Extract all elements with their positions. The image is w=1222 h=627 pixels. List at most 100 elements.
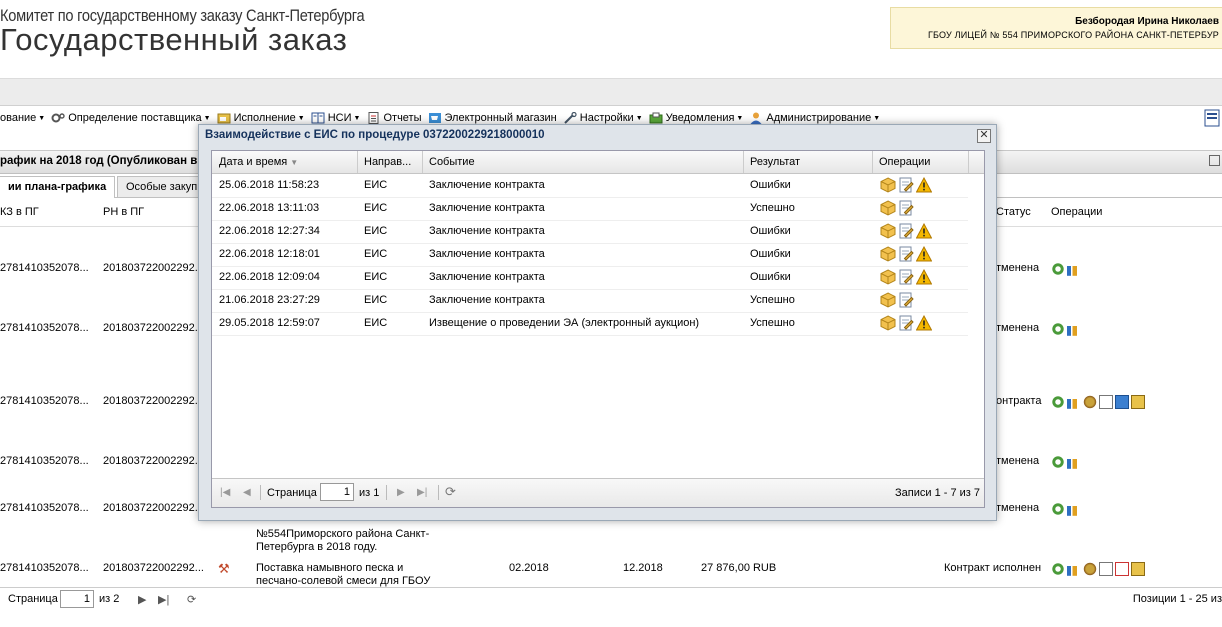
row-operations [880,292,914,308]
row-rn: 201803722002292... [103,322,204,334]
menu-item-supplier[interactable]: Определение поставщика ▼ [51,112,211,124]
package-icon[interactable] [880,292,896,308]
chart-icon[interactable] [1067,502,1081,516]
edit-document-icon[interactable] [898,315,914,331]
column-header-result[interactable]: Результат [750,156,800,168]
tab-special-purchases[interactable]: Особые закуп [117,176,207,197]
menu-item-notifications[interactable]: Уведомления ▼ [649,112,743,124]
description-line: №554Приморского района Санкт- [256,528,430,540]
pager-page-input[interactable] [320,483,354,501]
blue-document-icon[interactable] [1115,395,1129,409]
warning-icon[interactable] [916,246,932,262]
column-header-status[interactable]: Статус [996,206,1031,218]
cell-event: Заключение контракта [429,294,545,306]
table-row[interactable]: 22.06.2018 12:27:34 ЕИС Заключение контрак… [212,220,968,244]
edit-document-icon[interactable] [898,269,914,285]
scroll-icon[interactable] [1131,562,1145,576]
panel-collapse-icon[interactable] [1209,155,1220,166]
row-rn: 201803722002292... [103,262,204,274]
tab-plan-items[interactable]: ии плана-графика [0,176,116,198]
user-info-box[interactable]: Безбородая Ирина Николаев ГБОУ ЛИЦЕЙ № 5… [890,7,1222,49]
package-icon[interactable] [880,223,896,239]
gear-green-icon[interactable] [1051,322,1065,336]
gear-green-icon[interactable] [1051,395,1065,409]
edit-document-icon[interactable] [898,177,914,193]
cell-datetime: 25.06.2018 11:58:23 [219,179,320,191]
menu-item-nsi[interactable]: НСИ ▼ [311,112,360,124]
menu-item-admin[interactable]: Администрирование ▼ [749,112,880,124]
first-page-icon[interactable]: |◀ [220,487,230,498]
menu-item-label: НСИ [327,112,352,124]
warning-icon[interactable] [916,315,932,331]
table-row[interactable]: 22.06.2018 12:18:01 ЕИС Заключение контрак… [212,243,968,267]
row-kz: 2781410352078... [0,262,89,274]
document-icon[interactable] [1099,562,1113,576]
prev-page-icon[interactable]: ◀ [243,487,251,498]
column-header-operations[interactable]: Операции [879,156,930,168]
row-amount: 27 876,00 RUB [701,562,777,574]
wrench-icon [564,112,577,124]
row-date-start: 02.2018 [509,562,549,574]
export-icon[interactable] [1204,109,1220,127]
column-header-direction[interactable]: Направ... [364,156,411,168]
menu-item-reports[interactable]: Отчеты [366,112,422,124]
package-icon[interactable] [880,200,896,216]
chart-icon[interactable] [1067,455,1081,469]
table-row[interactable]: 29.05.2018 12:59:07 ЕИС Извещение о провед… [212,312,968,336]
close-icon[interactable]: ✕ [977,129,991,143]
cell-direction: ЕИС [364,179,388,191]
table-row[interactable]: 22.06.2018 12:09:04 ЕИС Заключение контрак… [212,266,968,290]
package-icon[interactable] [880,269,896,285]
refresh-icon[interactable]: ⟳ [187,593,196,606]
pager-page-input[interactable] [60,590,94,608]
edit-document-icon[interactable] [898,200,914,216]
edit-document-icon[interactable] [898,223,914,239]
package-icon[interactable] [880,177,896,193]
pager-of: из 1 [359,487,380,499]
chart-icon[interactable] [1067,395,1081,409]
warning-icon[interactable] [916,269,932,285]
menu-item-planning[interactable]: ование ▼ [0,112,45,124]
warning-icon[interactable] [916,223,932,239]
cell-event: Заключение контракта [429,202,545,214]
warning-icon[interactable] [916,177,932,193]
red-document-icon[interactable] [1115,562,1129,576]
column-header-operations[interactable]: Операции [1051,206,1102,218]
row-description: песчано-солевой смеси для ГБОУ [256,575,431,587]
refresh-icon[interactable]: ⟳ [445,484,456,500]
gear-green-icon[interactable] [1051,455,1065,469]
edit-document-icon[interactable] [898,292,914,308]
package-icon[interactable] [880,246,896,262]
row-kz: 2781410352078... [0,455,89,467]
table-row[interactable]: 22.06.2018 13:11:03 ЕИС Заключение контрак… [212,197,968,221]
scroll-icon[interactable] [1131,395,1145,409]
column-header-event[interactable]: Событие [429,156,475,168]
pager-records: Записи 1 - 7 из 7 [895,487,980,499]
column-header-kz[interactable]: КЗ в ПГ [0,206,39,218]
emblem-icon[interactable] [1083,562,1097,576]
gear-green-icon[interactable] [1051,262,1065,276]
cell-direction: ЕИС [364,271,388,283]
table-row[interactable]: 21.06.2018 23:27:29 ЕИС Заключение контрак… [212,289,968,313]
table-row[interactable]: 25.06.2018 11:58:23 ЕИС Заключение контрак… [212,174,968,198]
next-page-icon[interactable]: ▶ [397,487,405,498]
gear-green-icon[interactable] [1051,562,1065,576]
document-icon[interactable] [1099,395,1113,409]
menu-item-eshop[interactable]: Электронный магазин [428,112,557,124]
edit-document-icon[interactable] [898,246,914,262]
chart-icon[interactable] [1067,562,1081,576]
last-page-icon[interactable]: ▶| [417,487,427,498]
column-header-rn[interactable]: РН в ПГ [103,206,144,218]
menu-item-execution[interactable]: Исполнение ▼ [217,112,305,124]
package-icon[interactable] [880,315,896,331]
menu-item-settings[interactable]: Настройки ▼ [563,112,643,124]
chart-icon[interactable] [1067,322,1081,336]
last-page-icon[interactable]: ▶| [158,593,169,606]
gear-green-icon[interactable] [1051,502,1065,516]
chart-icon[interactable] [1067,262,1081,276]
column-header-datetime[interactable]: Дата и время ▼ [219,156,298,168]
next-page-icon[interactable]: ▶ [138,593,146,606]
emblem-icon[interactable] [1083,395,1097,409]
row-status: тменена [996,455,1040,467]
row-operations [880,200,914,216]
